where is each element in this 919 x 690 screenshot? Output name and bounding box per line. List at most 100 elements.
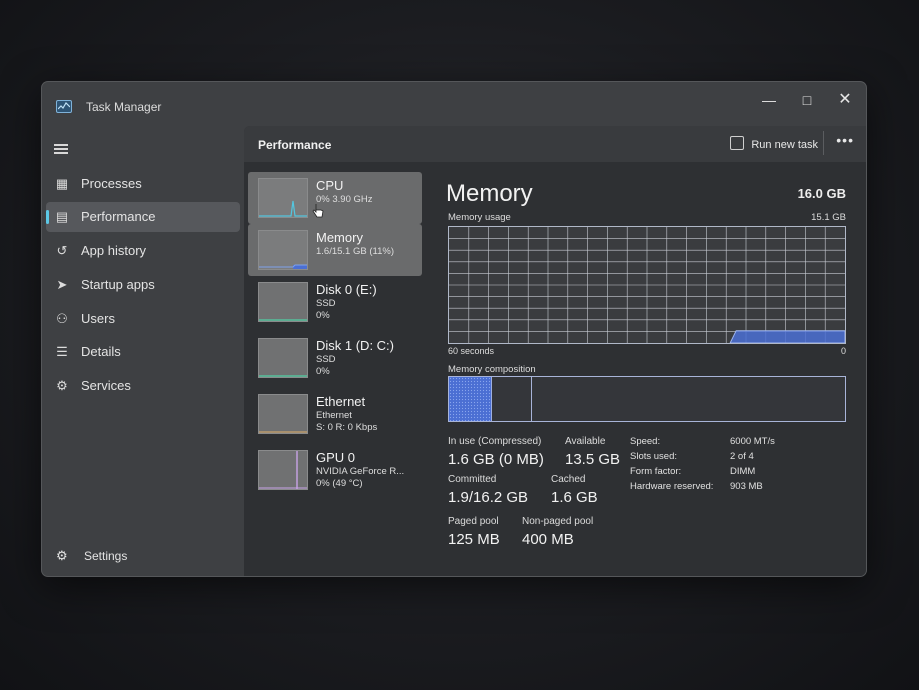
cached-value: 1.6 GB — [551, 489, 598, 506]
settings-label: Settings — [84, 549, 128, 563]
tile-disk-0[interactable]: Disk 0 (E:) SSD 0% — [248, 276, 422, 328]
sidebar-item-label: Details — [81, 344, 121, 359]
sidebar-item-label: Startup apps — [81, 277, 155, 292]
memory-thumbnail-graph — [258, 230, 308, 270]
hamburger-menu-icon[interactable] — [54, 142, 68, 156]
tile-cpu[interactable]: CPU 0% 3.90 GHz — [248, 172, 422, 224]
cached-label: Cached — [551, 474, 586, 485]
history-icon: ↺ — [56, 243, 68, 258]
tile-memory[interactable]: Memory 1.6/15.1 GB (11%) — [248, 224, 422, 276]
available-label: Available — [565, 436, 606, 447]
tile-value: 0% (49 °C) — [316, 478, 363, 489]
available-value: 13.5 GB — [565, 451, 621, 468]
composition-in-use-segment — [449, 377, 492, 421]
header-divider — [823, 131, 824, 155]
memory-total: 16.0 GB — [797, 186, 846, 201]
paged-pool-label: Paged pool — [448, 516, 499, 527]
ethernet-thumbnail-graph — [258, 394, 308, 434]
graph-axis-right: 0 — [840, 346, 846, 356]
tile-subtitle: 1.6/15.1 GB (11%) — [316, 246, 394, 257]
performance-icon: ▤ — [55, 209, 69, 224]
sidebar-item-services[interactable]: ⚙ Services — [46, 371, 240, 401]
sidebar-item-label: Users — [81, 311, 115, 326]
tile-subtitle: 0% 3.90 GHz — [316, 194, 373, 205]
window-title: Task Manager — [86, 100, 162, 114]
tile-name: Memory — [316, 230, 363, 245]
tile-value: 0% — [316, 366, 330, 377]
processes-icon: ▦ — [55, 176, 69, 191]
content-header: Performance Run new task ••• — [244, 126, 866, 162]
tile-name: Disk 1 (D: C:) — [316, 338, 394, 353]
sidebar-item-details[interactable]: ☰ Details — [46, 337, 240, 367]
sidebar-item-label: App history — [81, 243, 147, 258]
sidebar-item-app-history[interactable]: ↺ App history — [46, 236, 240, 266]
memory-usage-max: 15.1 GB — [811, 212, 846, 223]
task-manager-app-icon — [56, 100, 72, 113]
details-icon: ☰ — [56, 344, 68, 359]
spec-form-factor-key: Form factor: — [630, 466, 682, 477]
sidebar-item-processes[interactable]: ▦ Processes — [46, 169, 240, 199]
sidebar-item-label: Processes — [81, 176, 142, 191]
sidebar-item-label: Services — [81, 378, 131, 393]
spec-speed-key: Speed: — [630, 436, 661, 447]
tile-value: 0% — [316, 310, 330, 321]
sidebar-item-startup-apps[interactable]: ➤ Startup apps — [46, 270, 240, 300]
task-manager-window: Task Manager — □ ✕ ▦ Processes ▤ Perform… — [42, 82, 866, 576]
gear-icon: ⚙ — [56, 548, 68, 563]
in-use-label: In use (Compressed) — [448, 436, 542, 447]
memory-usage-graph — [448, 226, 846, 344]
run-task-icon — [730, 136, 745, 150]
minimize-button[interactable]: — — [754, 88, 784, 112]
memory-composition-bar — [448, 376, 846, 422]
sidebar-item-performance[interactable]: ▤ Performance — [46, 202, 240, 232]
non-paged-pool-label: Non-paged pool — [522, 516, 594, 527]
memory-usage-area — [729, 330, 846, 344]
tile-subtitle: NVIDIA GeForce R... — [316, 466, 405, 477]
hand-cursor-icon — [312, 204, 324, 218]
sidebar-item-label: Performance — [81, 209, 156, 224]
cpu-thumbnail-graph — [258, 178, 308, 218]
tile-ethernet[interactable]: Ethernet Ethernet S: 0 R: 0 Kbps — [248, 388, 422, 440]
memory-usage-graph-canvas — [449, 227, 846, 344]
in-use-value: 1.6 GB (0 MB) — [448, 451, 544, 468]
spec-speed-value: 6000 MT/s — [730, 436, 775, 447]
page-title: Performance — [258, 138, 332, 152]
spec-hw-reserved-key: Hardware reserved: — [630, 481, 714, 492]
tile-gpu-0[interactable]: GPU 0 NVIDIA GeForce R... 0% (49 °C) — [248, 444, 422, 496]
services-icon: ⚙ — [56, 378, 68, 393]
gpu-thumbnail-graph — [258, 450, 308, 490]
users-icon: ⚇ — [56, 311, 68, 326]
tile-name: Disk 0 (E:) — [316, 282, 377, 297]
tile-name: CPU — [316, 178, 344, 193]
composition-modified-segment — [492, 377, 532, 421]
tile-name: Ethernet — [316, 394, 366, 409]
tile-subtitle: Ethernet — [316, 410, 352, 421]
spec-hw-reserved-value: 903 MB — [730, 481, 763, 492]
sidebar-item-users[interactable]: ⚇ Users — [46, 304, 240, 334]
spec-slots-key: Slots used: — [630, 451, 677, 462]
sidebar-item-settings[interactable]: ⚙ Settings — [46, 542, 240, 570]
tile-value: S: 0 R: 0 Kbps — [316, 422, 378, 433]
close-button[interactable]: ✕ — [830, 88, 860, 112]
committed-value: 1.9/16.2 GB — [448, 489, 529, 506]
tile-disk-1[interactable]: Disk 1 (D: C:) SSD 0% — [248, 332, 422, 384]
run-new-task-label: Run new task — [751, 139, 818, 151]
disk-0-thumbnail-graph — [258, 282, 308, 322]
more-options-button[interactable]: ••• — [836, 132, 854, 148]
disk-1-thumbnail-graph — [258, 338, 308, 378]
committed-label: Committed — [448, 474, 497, 485]
maximize-button[interactable]: □ — [792, 88, 822, 112]
tile-name: GPU 0 — [316, 450, 356, 465]
startup-icon: ➤ — [56, 277, 68, 292]
graph-axis-left: 60 seconds — [448, 346, 495, 356]
spec-form-factor-value: DIMM — [730, 466, 756, 477]
run-new-task-button[interactable]: Run new task — [730, 136, 818, 151]
title-bar[interactable]: Task Manager — □ ✕ — [42, 82, 866, 124]
non-paged-pool-value: 400 MB — [522, 531, 574, 548]
tile-subtitle: SSD — [316, 354, 336, 365]
memory-title: Memory — [446, 180, 533, 207]
memory-usage-label: Memory usage — [448, 212, 511, 223]
performance-content: Performance Run new task ••• CPU 0% 3.90… — [244, 126, 866, 576]
sidebar: ▦ Processes ▤ Performance ↺ App history … — [42, 124, 244, 576]
spec-slots-value: 2 of 4 — [730, 451, 754, 462]
